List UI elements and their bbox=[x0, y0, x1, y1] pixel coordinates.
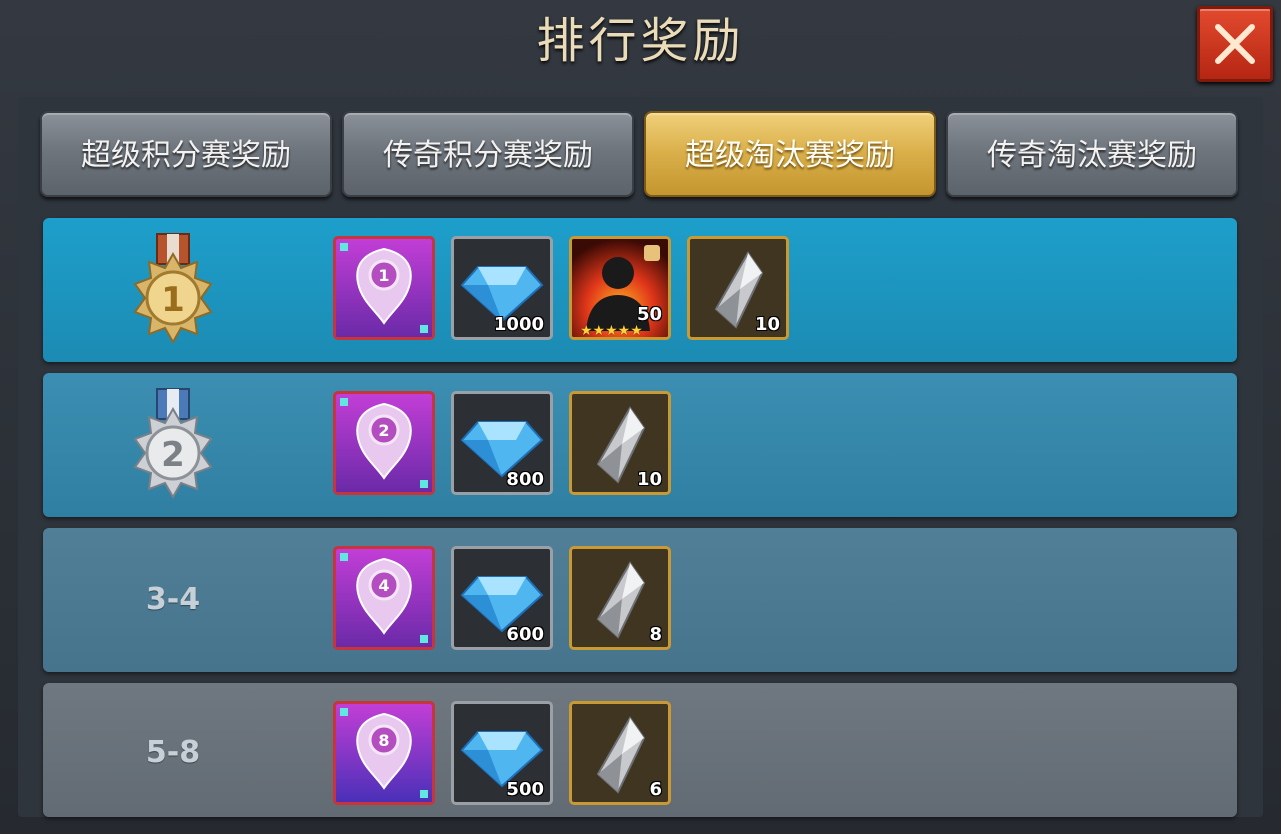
rank-row-1: 1 1 1000 ★★★★★ 50 10 bbox=[43, 218, 1237, 362]
badge-number: 4 bbox=[378, 576, 389, 595]
badge-icon: 1 bbox=[336, 239, 432, 337]
trophy-badge-item[interactable]: 8 bbox=[333, 701, 435, 805]
crystal-quantity: 6 bbox=[649, 779, 662, 800]
diamond-quantity: 500 bbox=[506, 779, 544, 800]
diamond-quantity: 1000 bbox=[493, 314, 544, 335]
tab-legend-points-reward[interactable]: 传奇积分赛奖励 bbox=[342, 111, 634, 197]
hero-star-rating: ★★★★★ bbox=[580, 323, 643, 339]
diamond-quantity: 600 bbox=[506, 624, 544, 645]
hero-fragment-item[interactable]: ★★★★★ 50 bbox=[569, 236, 671, 340]
rank-row-5-8: 5-8 8 500 6 bbox=[43, 683, 1237, 817]
silver-medal-icon: 2 bbox=[133, 388, 213, 500]
badge-icon: 4 bbox=[336, 549, 432, 647]
diamond-item[interactable]: 600 bbox=[451, 546, 553, 650]
window-title: 排行奖励 bbox=[536, 13, 745, 69]
rank-range-label: 5-8 bbox=[145, 735, 201, 770]
medal-number: 1 bbox=[161, 280, 185, 320]
badge-number: 1 bbox=[378, 266, 389, 285]
close-icon bbox=[1215, 24, 1255, 64]
trophy-badge-item[interactable]: 4 bbox=[333, 546, 435, 650]
close-button[interactable] bbox=[1197, 6, 1273, 82]
crystal-quantity: 8 bbox=[649, 624, 662, 645]
trophy-badge-item[interactable]: 2 bbox=[333, 391, 435, 495]
rank-row-2: 2 2 800 10 bbox=[43, 373, 1237, 517]
badge-icon: 8 bbox=[336, 704, 432, 802]
crystal-quantity: 10 bbox=[636, 469, 662, 490]
badge-number: 8 bbox=[378, 731, 389, 750]
crystal-item[interactable]: 6 bbox=[569, 701, 671, 805]
tab-bar: 超级积分赛奖励 传奇积分赛奖励 超级淘汰赛奖励 传奇淘汰赛奖励 bbox=[40, 111, 1240, 199]
gold-medal-icon: 1 bbox=[133, 233, 213, 345]
trophy-badge-item[interactable]: 1 bbox=[333, 236, 435, 340]
diamond-item[interactable]: 500 bbox=[451, 701, 553, 805]
crystal-item[interactable]: 10 bbox=[569, 391, 671, 495]
crystal-quantity: 10 bbox=[754, 314, 780, 335]
diamond-quantity: 800 bbox=[506, 469, 544, 490]
tab-legend-knockout-reward[interactable]: 传奇淘汰赛奖励 bbox=[946, 111, 1238, 197]
diamond-item[interactable]: 1000 bbox=[451, 236, 553, 340]
crystal-item[interactable]: 10 bbox=[687, 236, 789, 340]
rank-range-label: 3-4 bbox=[145, 582, 201, 617]
tab-super-points-reward[interactable]: 超级积分赛奖励 bbox=[40, 111, 332, 197]
badge-number: 2 bbox=[378, 421, 389, 440]
rank-row-3-4: 3-4 4 600 8 bbox=[43, 528, 1237, 672]
crystal-item[interactable]: 8 bbox=[569, 546, 671, 650]
tab-super-knockout-reward[interactable]: 超级淘汰赛奖励 bbox=[644, 111, 936, 197]
diamond-item[interactable]: 800 bbox=[451, 391, 553, 495]
hero-fragment-quantity: 50 bbox=[636, 304, 662, 325]
reward-window: 排行奖励 超级积分赛奖励 传奇积分赛奖励 超级淘汰赛奖励 传奇淘汰赛奖励 1 1 bbox=[0, 0, 1281, 834]
badge-icon: 2 bbox=[336, 394, 432, 492]
medal-number: 2 bbox=[161, 435, 185, 475]
